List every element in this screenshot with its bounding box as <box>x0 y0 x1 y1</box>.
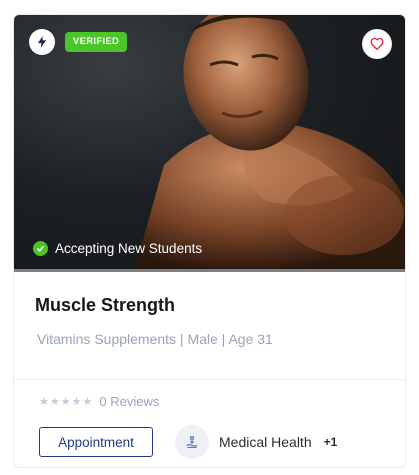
star-rating: ★ ★ ★ ★ ★ <box>39 395 92 408</box>
lightning-bolt-icon <box>29 29 55 55</box>
accepting-status: Accepting New Students <box>33 241 202 256</box>
reviews-count[interactable]: 0 Reviews <box>99 394 159 409</box>
star-icon: ★ <box>49 396 60 408</box>
specialty-more-count[interactable]: +1 <box>324 435 338 449</box>
health-icon <box>175 425 209 459</box>
divider <box>14 379 405 380</box>
profile-photo[interactable]: VERIFIED Accepting New Students <box>14 15 405 272</box>
card-meta: Vitamins Supplements | Male | Age 31 <box>37 331 273 347</box>
star-icon: ★ <box>60 396 71 408</box>
rating: ★ ★ ★ ★ ★ 0 Reviews <box>39 394 159 409</box>
heart-icon <box>370 37 384 51</box>
profile-photo-image <box>134 15 405 269</box>
specialty-tag[interactable]: Medical Health +1 <box>175 425 337 459</box>
check-circle-icon <box>33 241 48 256</box>
favorite-button[interactable] <box>362 29 392 59</box>
profile-card[interactable]: VERIFIED Accepting New Students Muscle S… <box>13 14 406 468</box>
star-icon: ★ <box>82 396 93 408</box>
verified-badge: VERIFIED <box>65 32 128 52</box>
accepting-label: Accepting New Students <box>55 241 203 256</box>
specialty-label: Medical Health <box>219 434 312 450</box>
star-icon: ★ <box>39 396 49 408</box>
star-icon: ★ <box>71 396 82 408</box>
card-title[interactable]: Muscle Strength <box>35 295 175 316</box>
appointment-button[interactable]: Appointment <box>39 427 153 457</box>
